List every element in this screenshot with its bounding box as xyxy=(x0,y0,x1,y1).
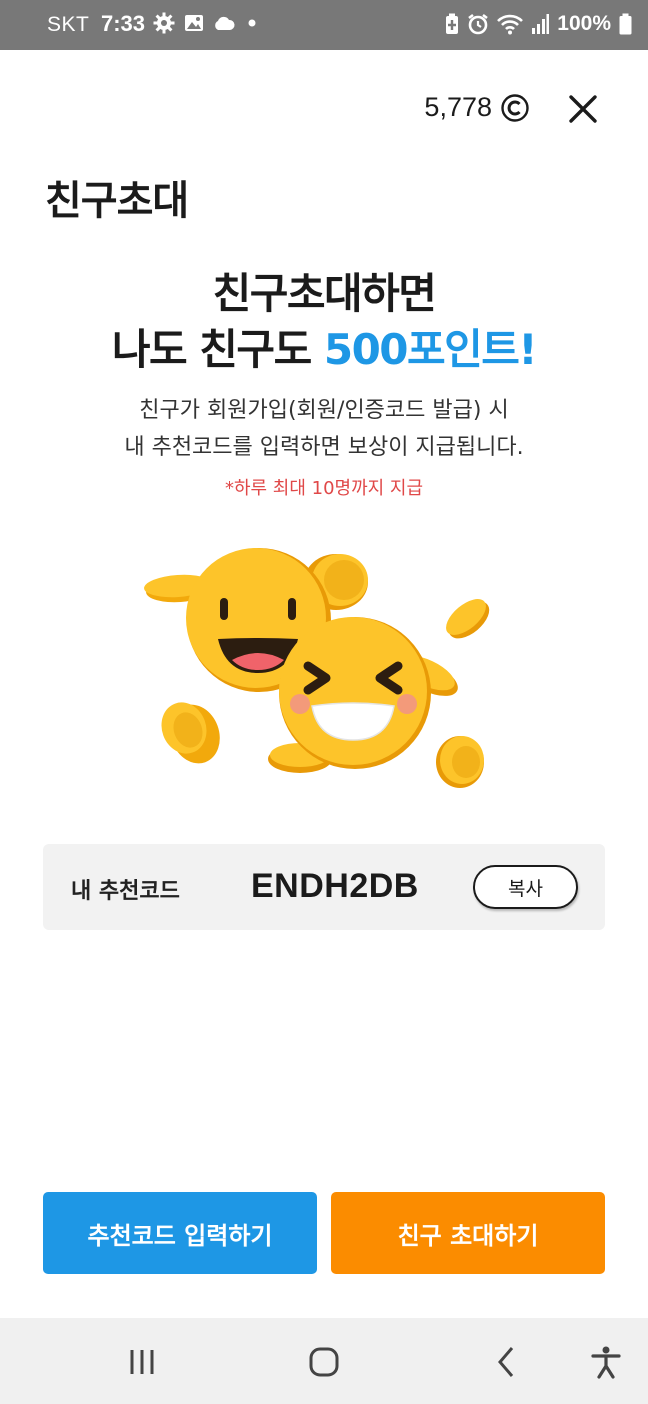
signal-icon xyxy=(532,14,550,34)
points-value: 5,778 xyxy=(424,92,492,122)
daily-limit-note: *하루 최대 10명까지 지급 xyxy=(224,478,424,499)
navigation-bar xyxy=(0,1318,648,1404)
referral-code-label: 내 추천코드 xyxy=(71,879,180,904)
coin-c-icon xyxy=(501,93,529,122)
wifi-icon xyxy=(497,14,524,35)
copy-button[interactable]: 복사 xyxy=(473,865,578,909)
coin-icon xyxy=(436,736,484,788)
desc-line2: 내 추천코드를 입력하면 보상이 지급됩니다. xyxy=(124,435,524,460)
headline-line2: 나도 친구도 500포인트! xyxy=(0,322,648,378)
referral-code-card: 내 추천코드 ENDH2DB 복사 xyxy=(43,844,605,930)
alarm-icon xyxy=(468,13,489,35)
dot-icon xyxy=(248,19,256,27)
headline-accent: 500포인트! xyxy=(323,325,538,374)
back-icon[interactable] xyxy=(488,1344,524,1380)
notification-icons xyxy=(153,12,260,34)
status-bar: SKT 7:33 100% xyxy=(0,0,648,50)
recent-apps-icon[interactable] xyxy=(124,1344,160,1380)
close-icon xyxy=(569,95,597,123)
clock-time: 7:33 xyxy=(101,11,146,36)
close-button[interactable] xyxy=(566,92,600,126)
smiling-coins-illustration xyxy=(144,548,490,788)
headline-line2-prefix: 나도 친구도 xyxy=(111,325,324,374)
battery-icon xyxy=(619,13,632,35)
page-title: 친구초대 xyxy=(45,178,189,224)
image-icon xyxy=(185,15,203,31)
headline-line1: 친구초대하면 xyxy=(212,269,437,318)
home-icon[interactable] xyxy=(306,1344,342,1380)
battery-saver-icon xyxy=(446,13,459,34)
gear-icon xyxy=(153,12,175,34)
carrier-label: SKT xyxy=(47,13,90,36)
points-balance: 5,778 xyxy=(424,92,530,123)
promo-headline: 친구초대하면 나도 친구도 500포인트! xyxy=(0,266,648,378)
coin-icon xyxy=(446,599,490,639)
coin-icon xyxy=(161,702,220,764)
system-icons: 100% xyxy=(445,12,632,36)
referral-code-value: ENDH2DB xyxy=(251,867,419,905)
enter-referral-code-button[interactable]: 추천코드 입력하기 xyxy=(43,1192,317,1274)
battery-percent: 100% xyxy=(557,12,611,35)
accessibility-icon[interactable] xyxy=(588,1344,624,1380)
invite-friend-button[interactable]: 친구 초대하기 xyxy=(331,1192,605,1274)
laughing-face-icon xyxy=(279,617,431,769)
desc-line1: 친구가 회원가입(회원/인증코드 발급) 시 xyxy=(139,398,509,423)
promo-description: 친구가 회원가입(회원/인증코드 발급) 시 내 추천코드를 입력하면 보상이 … xyxy=(0,392,648,466)
cloud-icon xyxy=(215,16,235,30)
